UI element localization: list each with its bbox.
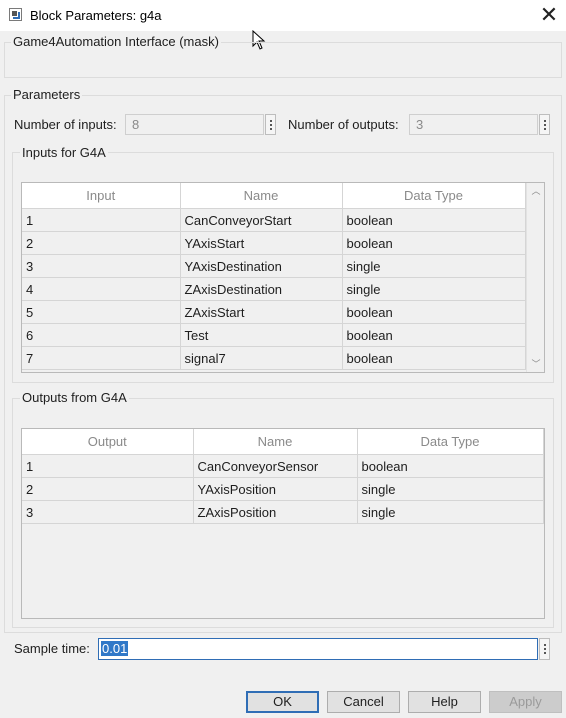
table-row[interactable]: 1 CanConveyorStart boolean: [22, 208, 526, 232]
table-row[interactable]: 1 CanConveyorSensor boolean: [22, 454, 544, 478]
table-row[interactable]: 4 ZAxisDestination single: [22, 277, 526, 301]
num-outputs-more-icon[interactable]: [539, 114, 550, 135]
input-name[interactable]: ZAxisStart: [180, 300, 343, 324]
outputs-col-output[interactable]: Output: [22, 429, 194, 455]
input-name[interactable]: Test: [180, 323, 343, 347]
title-bar: Block Parameters: g4a ✕: [0, 0, 566, 31]
outputs-table: Output Name Data Type 1 CanConveyorSensor…: [22, 429, 544, 524]
output-name[interactable]: CanConveyorSensor: [193, 454, 358, 478]
sample-time-value: 0.01: [101, 641, 129, 656]
input-datatype[interactable]: boolean: [342, 208, 526, 232]
num-outputs-label: Number of outputs:: [288, 117, 399, 132]
output-index[interactable]: 1: [22, 454, 194, 478]
block-parameters-icon: [9, 8, 22, 21]
table-row[interactable]: 2 YAxisStart boolean: [22, 231, 526, 255]
table-row[interactable]: 7 signal7 boolean: [22, 346, 526, 370]
inputs-table-frame: Input Name Data Type 1 CanConveyorStart bo…: [21, 182, 545, 373]
input-index[interactable]: 5: [22, 300, 181, 324]
inputs-scrollbar[interactable]: ︿ ﹀: [526, 183, 544, 372]
sample-time-label: Sample time:: [14, 641, 90, 656]
output-name[interactable]: ZAxisPosition: [193, 500, 358, 524]
input-name[interactable]: ZAxisDestination: [180, 277, 343, 301]
input-index[interactable]: 7: [22, 346, 181, 370]
sample-time-input[interactable]: 0.01: [98, 638, 538, 660]
num-inputs-more-icon[interactable]: [265, 114, 276, 135]
output-name[interactable]: YAxisPosition: [193, 477, 358, 501]
output-datatype[interactable]: single: [357, 477, 544, 501]
input-datatype[interactable]: single: [342, 254, 526, 278]
chevron-up-icon[interactable]: ︿: [531, 186, 541, 196]
input-datatype[interactable]: boolean: [342, 323, 526, 347]
input-index[interactable]: 6: [22, 323, 181, 347]
output-index[interactable]: 2: [22, 477, 194, 501]
table-row[interactable]: 3 ZAxisPosition single: [22, 500, 544, 524]
inputs-group-label: Inputs for G4A: [20, 145, 108, 160]
input-name[interactable]: signal7: [180, 346, 343, 370]
apply-button[interactable]: Apply: [489, 691, 562, 713]
outputs-header-row: Output Name Data Type: [22, 429, 544, 455]
input-index[interactable]: 4: [22, 277, 181, 301]
input-datatype[interactable]: single: [342, 277, 526, 301]
num-inputs-label: Number of inputs:: [14, 117, 117, 132]
input-name[interactable]: YAxisDestination: [180, 254, 343, 278]
inputs-col-name[interactable]: Name: [180, 183, 343, 209]
output-datatype[interactable]: single: [357, 500, 544, 524]
close-icon[interactable]: ✕: [536, 3, 562, 27]
chevron-down-icon[interactable]: ﹀: [531, 359, 541, 369]
input-datatype[interactable]: boolean: [342, 346, 526, 370]
input-datatype[interactable]: boolean: [342, 231, 526, 255]
input-index[interactable]: 2: [22, 231, 181, 255]
input-datatype[interactable]: boolean: [342, 300, 526, 324]
table-row[interactable]: 2 YAxisPosition single: [22, 477, 544, 501]
outputs-col-name[interactable]: Name: [193, 429, 358, 455]
output-index[interactable]: 3: [22, 500, 194, 524]
inputs-header-row: Input Name Data Type: [22, 183, 526, 209]
table-row[interactable]: 5 ZAxisStart boolean: [22, 300, 526, 324]
window-title: Block Parameters: g4a: [30, 8, 162, 23]
table-row[interactable]: 3 YAxisDestination single: [22, 254, 526, 278]
sample-time-more-icon[interactable]: [539, 638, 550, 660]
help-button[interactable]: Help: [408, 691, 481, 713]
input-index[interactable]: 1: [22, 208, 181, 232]
mask-description: Game4Automation Interface (mask): [11, 34, 221, 49]
inputs-table: Input Name Data Type 1 CanConveyorStart bo…: [22, 183, 526, 370]
inputs-col-datatype[interactable]: Data Type: [342, 183, 526, 209]
output-datatype[interactable]: boolean: [357, 454, 544, 478]
input-name[interactable]: CanConveyorStart: [180, 208, 343, 232]
cancel-button[interactable]: Cancel: [327, 691, 400, 713]
num-inputs-field[interactable]: 8: [125, 114, 264, 135]
outputs-table-frame: Output Name Data Type 1 CanConveyorSensor…: [21, 428, 545, 619]
parameters-label: Parameters: [11, 87, 83, 102]
inputs-col-input[interactable]: Input: [22, 183, 181, 209]
input-index[interactable]: 3: [22, 254, 181, 278]
table-row[interactable]: 6 Test boolean: [22, 323, 526, 347]
outputs-col-datatype[interactable]: Data Type: [357, 429, 544, 455]
input-name[interactable]: YAxisStart: [180, 231, 343, 255]
num-outputs-field[interactable]: 3: [409, 114, 538, 135]
outputs-group-label: Outputs from G4A: [20, 390, 129, 405]
ok-button[interactable]: OK: [246, 691, 319, 713]
